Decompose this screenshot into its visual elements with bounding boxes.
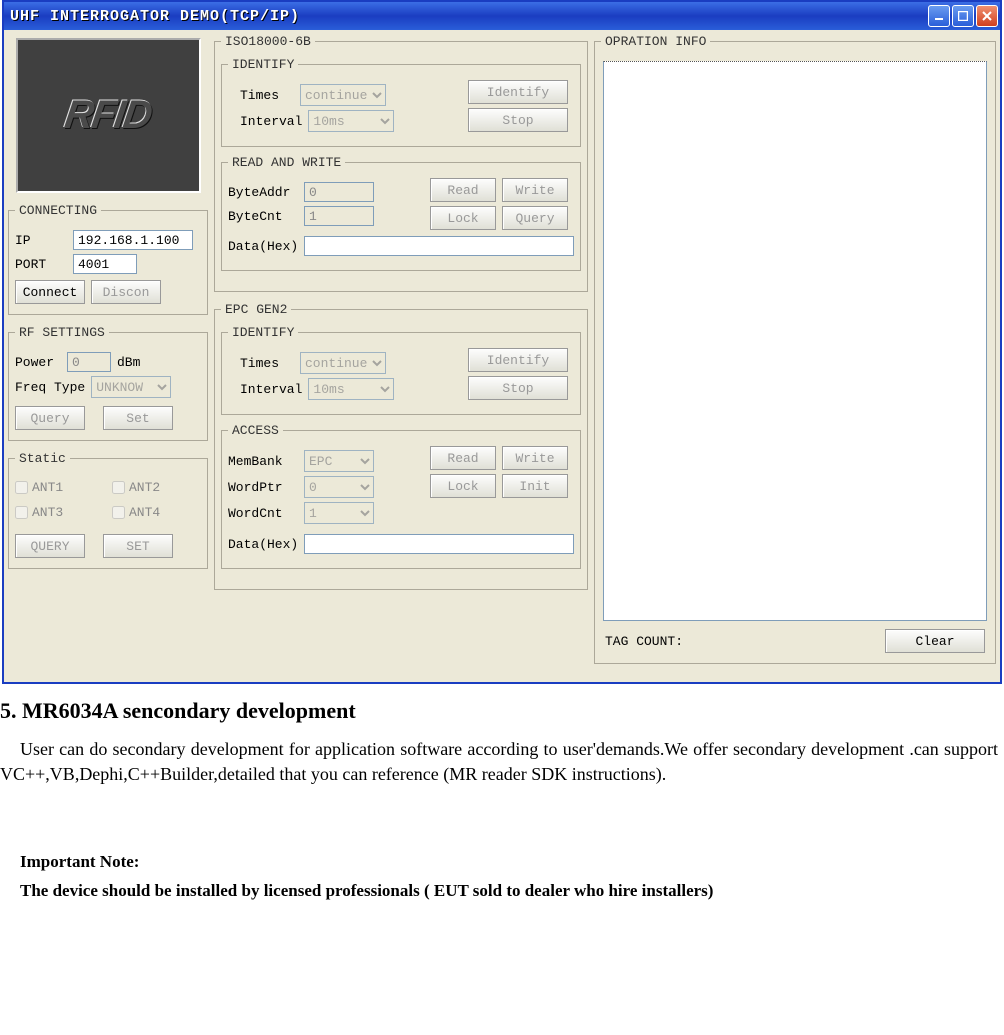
rf-legend: RF SETTINGS — [15, 325, 109, 340]
ant4-checkbox[interactable]: ANT4 — [112, 505, 201, 520]
document-body: 5. MR6034A sencondary development User c… — [0, 696, 1004, 929]
window-controls — [928, 5, 998, 27]
ip-label: IP — [15, 233, 67, 248]
client-area: RFID CONNECTING IP PORT Connect Discon — [4, 30, 1000, 682]
port-input[interactable] — [73, 254, 137, 274]
bytecnt-input[interactable] — [304, 206, 374, 226]
iso-read-button[interactable]: Read — [430, 178, 496, 202]
connect-button[interactable]: Connect — [15, 280, 85, 304]
rf-set-button[interactable]: Set — [103, 406, 173, 430]
iso-legend: ISO18000-6B — [221, 34, 315, 49]
ip-input[interactable] — [73, 230, 193, 250]
iso-times-select[interactable]: continue — [300, 84, 386, 106]
iso18000-group: ISO18000-6B IDENTIFY Times continue Inte… — [214, 34, 588, 292]
epc-stop-button[interactable]: Stop — [468, 376, 568, 400]
left-column: RFID CONNECTING IP PORT Connect Discon — [8, 34, 208, 674]
power-input[interactable] — [67, 352, 111, 372]
wordcnt-select[interactable]: 1 — [304, 502, 374, 524]
opr-legend: OPRATION INFO — [601, 34, 710, 49]
bytecnt-label: ByteCnt — [228, 209, 298, 224]
static-set-button[interactable]: SET — [103, 534, 173, 558]
iso-interval-label: Interval — [228, 114, 302, 129]
connecting-legend: CONNECTING — [15, 203, 101, 218]
epc-identify-legend: IDENTIFY — [228, 325, 298, 340]
section-paragraph: User can do secondary development for ap… — [0, 737, 998, 787]
middle-column: ISO18000-6B IDENTIFY Times continue Inte… — [214, 34, 588, 674]
iso-data-input[interactable] — [304, 236, 574, 256]
tag-count-label: TAG COUNT: — [605, 634, 683, 649]
iso-lock-button[interactable]: Lock — [430, 206, 496, 230]
titlebar: UHF INTERROGATOR DEMO(TCP/IP) — [4, 2, 1000, 30]
maximize-button[interactable] — [952, 5, 974, 27]
epc-data-input[interactable] — [304, 534, 574, 554]
close-button[interactable] — [976, 5, 998, 27]
epc-access-group: ACCESS MemBank EPC WordPtr 0 — [221, 423, 581, 569]
epc-times-label: Times — [228, 356, 294, 371]
iso-rw-legend: READ AND WRITE — [228, 155, 345, 170]
epc-data-label: Data(Hex) — [228, 537, 298, 552]
iso-write-button[interactable]: Write — [502, 178, 568, 202]
iso-query-button[interactable]: Query — [502, 206, 568, 230]
power-unit: dBm — [117, 355, 140, 370]
epc-times-select[interactable]: continue — [300, 352, 386, 374]
epc-identify-group: IDENTIFY Times continue Interval 10ms — [221, 325, 581, 415]
port-label: PORT — [15, 257, 67, 272]
static-query-button[interactable]: QUERY — [15, 534, 85, 558]
rf-settings-group: RF SETTINGS Power dBm Freq Type UNKNOW Q… — [8, 325, 208, 441]
power-label: Power — [15, 355, 61, 370]
iso-stop-button[interactable]: Stop — [468, 108, 568, 132]
iso-readwrite-group: READ AND WRITE ByteAddr ByteCnt — [221, 155, 581, 271]
epc-write-button[interactable]: Write — [502, 446, 568, 470]
byteaddr-input[interactable] — [304, 182, 374, 202]
ant3-checkbox[interactable]: ANT3 — [15, 505, 104, 520]
logo-text: RFID — [62, 93, 154, 138]
iso-identify-legend: IDENTIFY — [228, 57, 298, 72]
iso-identify-button[interactable]: Identify — [468, 80, 568, 104]
epc-identify-button[interactable]: Identify — [468, 348, 568, 372]
freqtype-select[interactable]: UNKNOW — [91, 376, 171, 398]
important-note-title: Important Note: — [20, 850, 998, 874]
freqtype-label: Freq Type — [15, 380, 85, 395]
epc-lock-button[interactable]: Lock — [430, 474, 496, 498]
byteaddr-label: ByteAddr — [228, 185, 298, 200]
iso-data-label: Data(Hex) — [228, 239, 298, 254]
ant2-checkbox[interactable]: ANT2 — [112, 480, 201, 495]
window-title: UHF INTERROGATOR DEMO(TCP/IP) — [10, 8, 300, 25]
section-heading: 5. MR6034A sencondary development — [0, 696, 998, 727]
important-note-body: The device should be installed by licens… — [20, 879, 998, 903]
iso-times-label: Times — [228, 88, 294, 103]
rfid-logo: RFID — [16, 38, 201, 193]
disconnect-button[interactable]: Discon — [91, 280, 161, 304]
operation-info-group: OPRATION INFO TAG COUNT: Clear — [594, 34, 996, 664]
clear-button[interactable]: Clear — [885, 629, 985, 653]
right-column: OPRATION INFO TAG COUNT: Clear — [594, 34, 996, 674]
epc-access-legend: ACCESS — [228, 423, 283, 438]
epc-init-button[interactable]: Init — [502, 474, 568, 498]
wordptr-select[interactable]: 0 — [304, 476, 374, 498]
operation-log-list[interactable] — [603, 61, 987, 621]
iso-identify-group: IDENTIFY Times continue Interval 10ms — [221, 57, 581, 147]
static-legend: Static — [15, 451, 70, 466]
membank-label: MemBank — [228, 454, 298, 469]
membank-select[interactable]: EPC — [304, 450, 374, 472]
rf-query-button[interactable]: Query — [15, 406, 85, 430]
static-group: Static ANT1 ANT2 ANT3 ANT4 QUERY SET — [8, 451, 208, 569]
epc-gen2-group: EPC GEN2 IDENTIFY Times continue Interva… — [214, 302, 588, 590]
epc-interval-select[interactable]: 10ms — [308, 378, 394, 400]
iso-interval-select[interactable]: 10ms — [308, 110, 394, 132]
minimize-button[interactable] — [928, 5, 950, 27]
epc-legend: EPC GEN2 — [221, 302, 291, 317]
ant1-checkbox[interactable]: ANT1 — [15, 480, 104, 495]
wordcnt-label: WordCnt — [228, 506, 298, 521]
connecting-group: CONNECTING IP PORT Connect Discon — [8, 203, 208, 315]
epc-read-button[interactable]: Read — [430, 446, 496, 470]
wordptr-label: WordPtr — [228, 480, 298, 495]
application-window: UHF INTERROGATOR DEMO(TCP/IP) RFID CONNE… — [2, 0, 1002, 684]
epc-interval-label: Interval — [228, 382, 302, 397]
